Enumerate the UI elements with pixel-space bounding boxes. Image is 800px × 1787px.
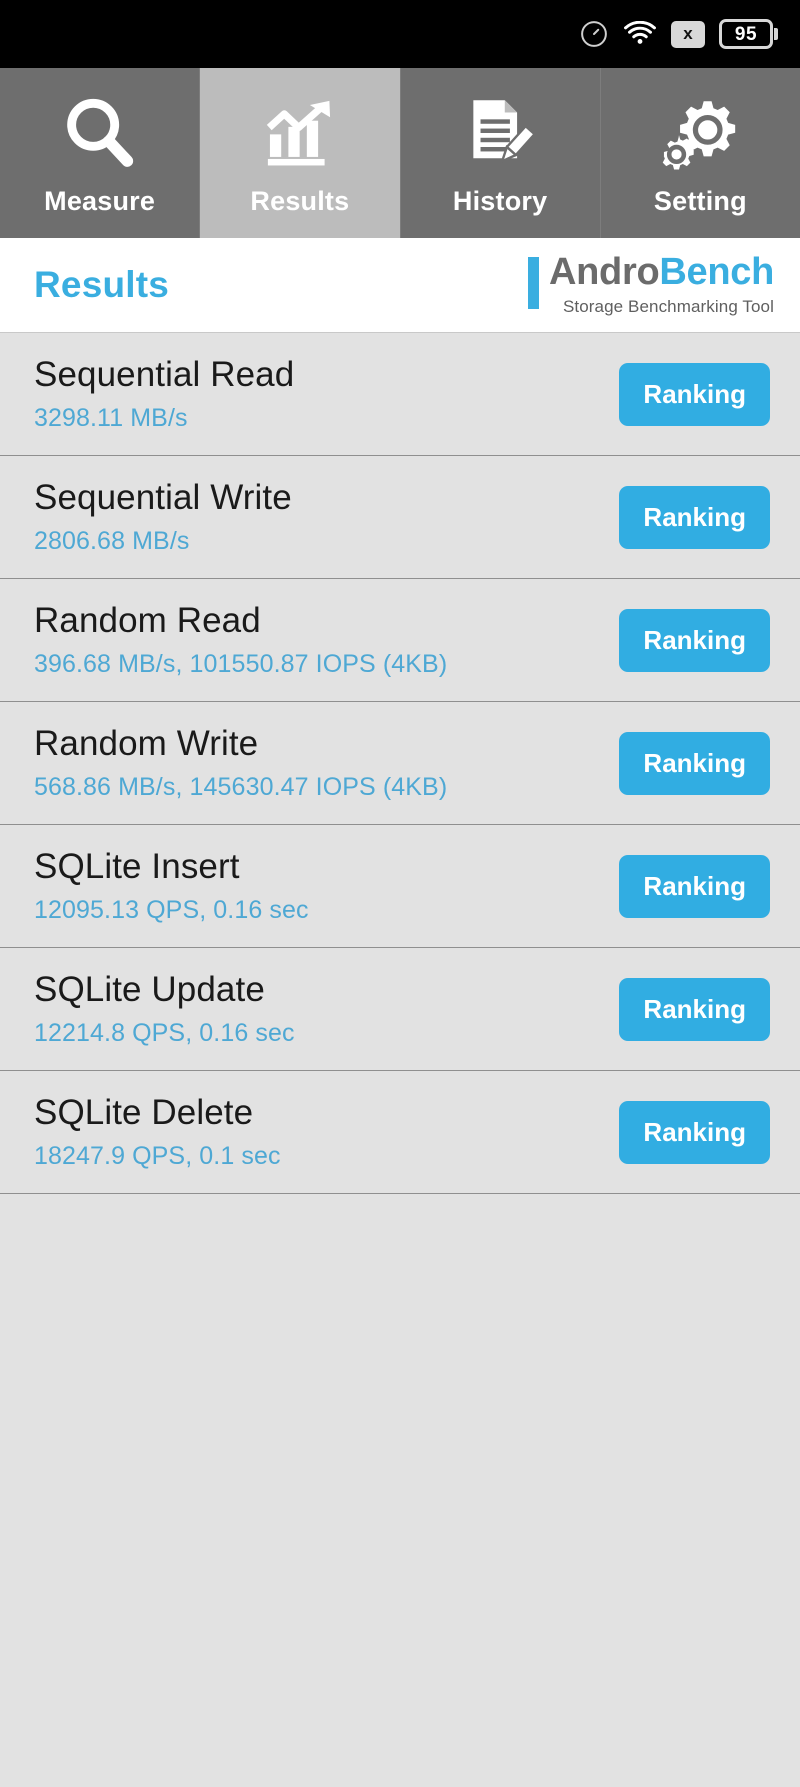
result-title: Sequential Write — [34, 477, 292, 517]
ranking-button[interactable]: Ranking — [619, 362, 770, 426]
result-value: 18247.9 QPS, 0.1 sec — [34, 1142, 281, 1171]
ranking-button[interactable]: Ranking — [619, 608, 770, 672]
tab-measure[interactable]: Measure — [0, 68, 201, 238]
ranking-button[interactable]: Ranking — [619, 977, 770, 1041]
result-title: Random Read — [34, 600, 261, 640]
result-value: 3298.11 MB/s — [34, 404, 188, 433]
page-header: Results AndroBench Storage Benchmarking … — [0, 238, 800, 333]
brand-name-andro: Andro — [548, 251, 660, 293]
table-row[interactable]: SQLite Delete 18247.9 QPS, 0.1 sec Ranki… — [0, 1071, 800, 1194]
tab-bar: Measure Results History Setting — [0, 68, 800, 238]
battery-level-label: 95 — [734, 23, 758, 45]
results-list: Sequential Read 3298.11 MB/s Ranking Seq… — [0, 333, 800, 1787]
wifi-icon — [623, 20, 657, 48]
ranking-button[interactable]: Ranking — [619, 854, 770, 918]
tab-measure-label: Measure — [44, 185, 156, 216]
ranking-button[interactable]: Ranking — [619, 485, 770, 549]
table-row[interactable]: SQLite Update 12214.8 QPS, 0.16 sec Rank… — [0, 948, 800, 1071]
ranking-button[interactable]: Ranking — [619, 1100, 770, 1164]
table-row[interactable]: Sequential Read 3298.11 MB/s Ranking — [0, 333, 800, 456]
result-title: Random Write — [34, 723, 259, 763]
result-value: 568.86 MB/s, 145630.47 IOPS (4KB) — [34, 773, 448, 802]
tab-results[interactable]: Results — [200, 68, 401, 238]
battery-cap — [774, 28, 778, 40]
tab-results-label: Results — [250, 185, 350, 216]
ranking-button[interactable]: Ranking — [619, 731, 770, 795]
speedometer-icon — [579, 19, 609, 49]
table-row[interactable]: Sequential Write 2806.68 MB/s Ranking — [0, 456, 800, 579]
tab-history[interactable]: History — [400, 68, 601, 238]
result-value: 12214.8 QPS, 0.16 sec — [34, 1019, 295, 1048]
document-pencil-icon — [459, 90, 541, 174]
page-title: Results — [34, 264, 170, 305]
battery-indicator: 95 — [719, 19, 778, 49]
brand-subtitle: Storage Benchmarking Tool — [562, 297, 774, 316]
result-title: SQLite Delete — [34, 1092, 254, 1132]
app-window: x 95 Measure Results History Setting Res… — [0, 0, 800, 1787]
brand-name-bench: Bench — [659, 251, 774, 293]
result-value: 396.68 MB/s, 101550.87 IOPS (4KB) — [34, 650, 448, 679]
no-sim-icon: x — [671, 20, 705, 48]
status-bar: x 95 — [0, 0, 800, 68]
result-title: SQLite Insert — [34, 846, 240, 886]
magnifier-icon — [59, 90, 141, 174]
gears-icon — [658, 90, 742, 174]
brand-name: AndroBench — [549, 253, 774, 291]
result-value: 12095.13 QPS, 0.16 sec — [34, 896, 309, 925]
table-row[interactable]: Random Write 568.86 MB/s, 145630.47 IOPS… — [0, 702, 800, 825]
chart-growth-icon — [259, 90, 341, 174]
tab-history-label: History — [452, 185, 548, 216]
tab-setting-label: Setting — [653, 185, 747, 216]
androbench-logo: AndroBench Storage Benchmarking Tool — [527, 253, 774, 317]
result-title: Sequential Read — [34, 354, 295, 394]
table-row[interactable]: Random Read 396.68 MB/s, 101550.87 IOPS … — [0, 579, 800, 702]
tab-setting[interactable]: Setting — [600, 68, 800, 238]
result-title: SQLite Update — [34, 969, 265, 1009]
result-value: 2806.68 MB/s — [34, 527, 190, 556]
logo-bar — [527, 257, 539, 309]
table-row[interactable]: SQLite Insert 12095.13 QPS, 0.16 sec Ran… — [0, 825, 800, 948]
